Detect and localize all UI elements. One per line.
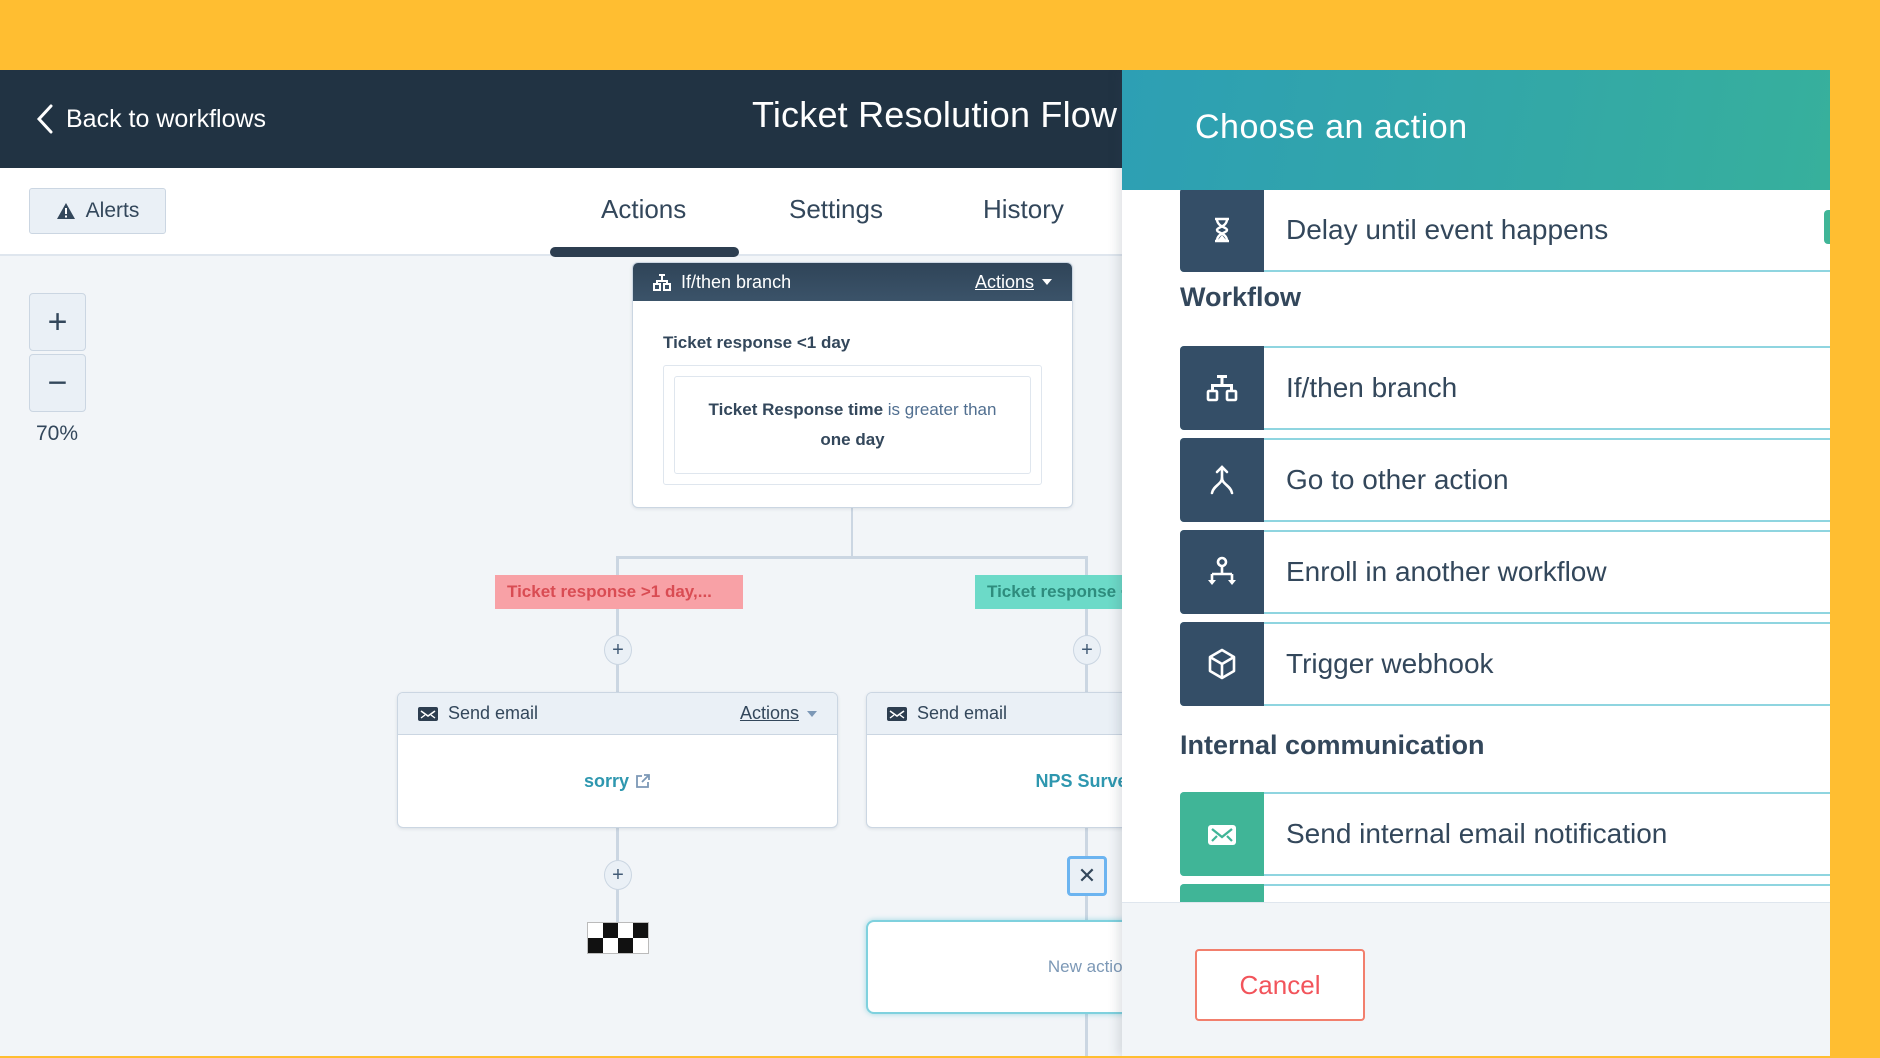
envelope-icon xyxy=(418,706,438,721)
action-send-internal-email[interactable]: Send internal email notification xyxy=(1180,792,1830,876)
email-card-header: Send email Actions xyxy=(398,693,837,735)
alerts-button[interactable]: Alerts xyxy=(29,188,166,234)
envelope-icon xyxy=(1180,792,1264,876)
tab-settings[interactable]: Settings xyxy=(789,194,883,225)
active-tab-indicator xyxy=(550,247,739,257)
new-action-placeholder[interactable]: New action xyxy=(866,920,1166,1014)
zoom-out-button[interactable]: − xyxy=(29,354,86,412)
panel-footer: Cancel xyxy=(1122,902,1830,1056)
zoom-in-button[interactable]: + xyxy=(29,293,86,351)
panel-header: Choose an action xyxy=(1122,70,1830,190)
condition-operator: is greater than xyxy=(887,400,997,419)
action-delay-until-event[interactable]: Delay until event happens NEW xyxy=(1180,190,1830,272)
actions-label: Actions xyxy=(739,703,799,723)
email-actions-dropdown[interactable]: Actions xyxy=(740,703,817,724)
send-email-card[interactable]: Send email Actions sorry xyxy=(397,692,838,828)
cancel-button[interactable]: Cancel xyxy=(1195,949,1365,1021)
branch-actions-dropdown[interactable]: Actions xyxy=(975,272,1052,293)
condition-property: Ticket Response time xyxy=(708,400,884,419)
branch-icon xyxy=(653,274,671,291)
condition-group: Ticket Response time is greater than one… xyxy=(663,365,1042,485)
condition-value: one day xyxy=(820,430,885,449)
new-action-label: New action xyxy=(1047,957,1132,976)
cube-icon xyxy=(1180,622,1264,706)
section-title-workflow: Workflow xyxy=(1180,282,1301,312)
workflow-editor: Back to workflows Ticket Resolution Flow… xyxy=(0,70,1830,1056)
action-enroll-in-another-workflow[interactable]: Enroll in another workflow xyxy=(1180,530,1830,614)
warning-icon xyxy=(56,203,75,219)
branch-card-type: If/then branch xyxy=(681,271,792,292)
envelope-icon xyxy=(887,706,907,721)
back-to-workflows-link[interactable]: Back to workflows xyxy=(36,100,266,138)
hourglass-icon xyxy=(1180,190,1264,272)
add-action-button[interactable]: + xyxy=(1073,635,1101,665)
connector-line xyxy=(616,556,1088,559)
action-go-to-other-action[interactable]: Go to other action xyxy=(1180,438,1830,522)
workflow-end-flag-icon xyxy=(587,922,649,954)
action-trigger-webhook[interactable]: Trigger webhook xyxy=(1180,622,1830,706)
merge-arrow-icon xyxy=(1180,438,1264,522)
add-action-button[interactable]: + xyxy=(604,860,632,890)
enroll-icon xyxy=(1180,530,1264,614)
if-then-branch-card[interactable]: If/then branch Actions Ticket response <… xyxy=(632,262,1073,508)
action-label: Send internal email notification xyxy=(1286,818,1668,849)
zoom-level: 70% xyxy=(36,422,79,445)
action-label: If/then branch xyxy=(1286,372,1458,403)
email-name-link[interactable]: sorry xyxy=(584,771,629,792)
connector-line xyxy=(851,508,853,558)
tab-actions[interactable]: Actions xyxy=(601,194,686,225)
chevron-left-icon xyxy=(36,104,53,134)
branch-label-no[interactable]: Ticket response >1 day,... xyxy=(495,575,743,609)
external-link-icon xyxy=(636,774,650,788)
action-label: Trigger webhook xyxy=(1286,648,1494,679)
email-card-type: Send email xyxy=(917,703,1008,723)
new-badge: NEW xyxy=(1824,210,1830,244)
remove-new-action-button[interactable]: ✕ xyxy=(1067,856,1107,896)
add-action-button[interactable]: + xyxy=(604,635,632,665)
branch-card-header: If/then branch Actions xyxy=(633,263,1072,301)
section-title-internal-communication: Internal communication xyxy=(1180,730,1485,760)
condition-filter: Ticket Response time is greater than one… xyxy=(674,376,1031,474)
actions-label: Actions xyxy=(974,271,1034,292)
choose-action-panel: Choose an action Delay until event happe… xyxy=(1122,70,1830,1056)
branch-icon xyxy=(1180,346,1264,430)
action-if-then-branch[interactable]: If/then branch xyxy=(1180,346,1830,430)
action-list[interactable]: Delay until event happens NEW Workflow I… xyxy=(1122,190,1830,972)
caret-down-icon xyxy=(807,710,817,717)
tab-history[interactable]: History xyxy=(983,194,1064,225)
alerts-label: Alerts xyxy=(85,199,140,222)
action-label: Delay until event happens xyxy=(1286,214,1609,245)
workflow-title[interactable]: Ticket Resolution Flow xyxy=(752,94,1117,136)
back-label: Back to workflows xyxy=(66,104,267,133)
action-label: Go to other action xyxy=(1286,464,1509,495)
branch-name: Ticket response <1 day xyxy=(663,333,851,352)
caret-down-icon xyxy=(1042,279,1052,285)
email-card-type: Send email xyxy=(448,703,539,723)
action-label: Enroll in another workflow xyxy=(1286,556,1607,587)
panel-title: Choose an action xyxy=(1195,108,1468,146)
